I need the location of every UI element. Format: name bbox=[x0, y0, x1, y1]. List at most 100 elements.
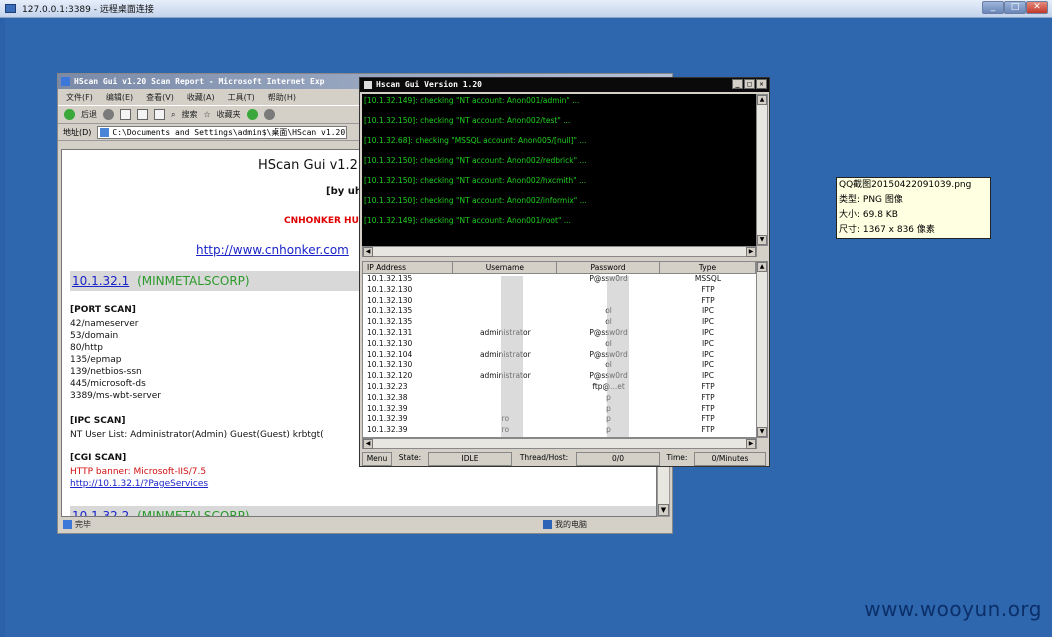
scroll-left-arrow-icon[interactable]: ◀ bbox=[363, 247, 373, 257]
menu-tools[interactable]: 工具(T) bbox=[228, 92, 255, 103]
cgi-banner: HTTP banner: Microsoft-IIS/7.5 bbox=[70, 467, 207, 477]
column-username[interactable]: Username bbox=[453, 262, 558, 273]
scroll-right-arrow-icon[interactable]: ▶ bbox=[746, 247, 756, 257]
port-item: 445/microsoft-ds bbox=[70, 379, 146, 389]
column-ip-address[interactable]: IP Address bbox=[363, 262, 454, 273]
table-row[interactable]: 10.1.32.130olIPC bbox=[363, 360, 756, 371]
close-button[interactable]: ✕ bbox=[1026, 1, 1048, 14]
scroll-down-arrow-icon[interactable]: ▼ bbox=[757, 427, 767, 437]
log-line: [10.1.32.150]: checking "NT account: Ano… bbox=[364, 156, 587, 165]
table-row[interactable]: 10.1.32.39ropFTP bbox=[363, 414, 756, 425]
back-label[interactable]: 后退 bbox=[81, 109, 97, 120]
thread-value: 0/0 bbox=[576, 452, 660, 466]
mail-icon[interactable] bbox=[263, 109, 275, 120]
report-title: HScan Gui v1.2 bbox=[258, 158, 358, 173]
forward-icon[interactable] bbox=[103, 109, 114, 120]
scroll-up-arrow-icon[interactable]: ▲ bbox=[757, 262, 767, 272]
table-row[interactable]: 10.1.32.23ftp@...etFTP bbox=[363, 382, 756, 393]
time-value: 0/Minutes bbox=[694, 452, 766, 466]
table-row[interactable]: 10.1.32.131administratorP@ssw0rdIPC bbox=[363, 328, 756, 339]
cgi-link[interactable]: http://10.1.32.1/?PageServices bbox=[70, 478, 208, 490]
table-vertical-scrollbar[interactable]: ▲ ▼ bbox=[756, 261, 768, 438]
table-row[interactable]: 10.1.32.38pFTP bbox=[363, 393, 756, 404]
hscan-close-button[interactable]: ✕ bbox=[756, 79, 767, 89]
table-row[interactable]: 10.1.32.39ropFTP bbox=[363, 425, 756, 436]
menu-view[interactable]: 查看(V) bbox=[146, 92, 174, 103]
maximize-button[interactable]: □ bbox=[1004, 1, 1026, 14]
column-password[interactable]: Password bbox=[557, 262, 660, 273]
ie-icon bbox=[61, 77, 70, 86]
log-line: [10.1.32.68]: checking "MSSQL account: A… bbox=[364, 136, 587, 145]
table-cell: IPC bbox=[701, 317, 714, 327]
table-row[interactable]: 10.1.32.135P@ssw0rdMSSQL bbox=[363, 274, 756, 285]
minimize-button[interactable]: _ bbox=[982, 1, 1004, 14]
table-cell: IPC bbox=[701, 338, 714, 348]
table-cell: FTP bbox=[701, 295, 715, 305]
cgi-scan-heading: [CGI SCAN] bbox=[70, 453, 127, 463]
hscan-window: Hscan Gui Version 1.20 _ □ ✕ [10.1.32.14… bbox=[359, 77, 770, 467]
favorites-label[interactable]: 收藏夹 bbox=[217, 109, 241, 120]
hscan-maximize-button[interactable]: □ bbox=[744, 79, 755, 89]
scroll-right-arrow-icon[interactable]: ▶ bbox=[746, 439, 756, 449]
host-ip-link[interactable]: 10.1.32.2 bbox=[72, 509, 129, 516]
column-type[interactable]: Type bbox=[660, 262, 756, 273]
table-cell: 10.1.32.130 bbox=[367, 284, 413, 294]
refresh-icon[interactable] bbox=[137, 109, 148, 120]
redaction-mask bbox=[501, 276, 523, 437]
scroll-left-arrow-icon[interactable]: ◀ bbox=[363, 439, 373, 449]
menu-favorites[interactable]: 收藏(A) bbox=[187, 92, 215, 103]
hscan-minimize-button[interactable]: _ bbox=[732, 79, 743, 89]
ie-title: HScan Gui v1.20 Scan Report - Microsoft … bbox=[74, 77, 325, 86]
table-cell: 10.1.32.130 bbox=[367, 295, 413, 305]
menu-edit[interactable]: 编辑(E) bbox=[106, 92, 133, 103]
table-horizontal-scrollbar[interactable]: ◀ ▶ bbox=[362, 438, 757, 449]
tooltip-type: 类型: PNG 图像 bbox=[839, 195, 903, 205]
results-table-header: IP Address Username Password Type bbox=[363, 262, 756, 274]
ie-status-bar: 完毕 我的电脑 bbox=[61, 517, 671, 531]
search-label[interactable]: 搜索 bbox=[181, 109, 197, 120]
back-icon[interactable] bbox=[64, 109, 75, 120]
table-cell: 10.1.32.135 bbox=[367, 306, 413, 316]
status-done: 完毕 bbox=[61, 519, 541, 530]
stop-icon[interactable] bbox=[120, 109, 131, 120]
address-input[interactable]: C:\Documents and Settings\admin$\桌面\HSca… bbox=[97, 125, 348, 139]
menu-help[interactable]: 帮助(H) bbox=[268, 92, 296, 103]
table-cell: 10.1.32.23 bbox=[367, 381, 408, 391]
log-horizontal-scrollbar[interactable]: ◀ ▶ bbox=[362, 246, 757, 257]
scroll-up-arrow-icon[interactable]: ▲ bbox=[757, 95, 767, 105]
table-cell: 10.1.32.38 bbox=[367, 392, 408, 402]
table-row[interactable]: 10.1.32.130 FTP bbox=[363, 296, 756, 307]
hscan-title-bar: Hscan Gui Version 1.20 _ □ ✕ bbox=[360, 78, 769, 92]
log-line: [10.1.32.150]: checking "NT account: Ano… bbox=[364, 176, 587, 185]
table-row[interactable]: 10.1.32.104administratorP@ssw0rdIPC bbox=[363, 350, 756, 361]
table-row[interactable]: 10.1.32.135olIPC bbox=[363, 317, 756, 328]
scroll-down-arrow-icon[interactable]: ▼ bbox=[658, 504, 669, 516]
home-icon[interactable] bbox=[154, 109, 165, 120]
host-ip-link[interactable]: 10.1.32.1 bbox=[72, 274, 129, 288]
address-label: 地址(D) bbox=[63, 127, 92, 137]
file-tooltip: QQ截图20150422091039.png 类型: PNG 图像 大小: 69… bbox=[836, 177, 991, 239]
report-url-link[interactable]: http://www.cnhonker.com bbox=[196, 243, 349, 257]
port-item: 53/domain bbox=[70, 331, 119, 341]
port-item: 3389/ms-wbt-server bbox=[70, 391, 161, 401]
table-row[interactable]: 10.1.32.130olIPC bbox=[363, 339, 756, 350]
menu-button[interactable]: Menu bbox=[362, 452, 392, 466]
scroll-down-arrow-icon[interactable]: ▼ bbox=[757, 235, 767, 245]
favorites-icon[interactable]: ☆ bbox=[203, 110, 210, 119]
menu-file[interactable]: 文件(F) bbox=[66, 92, 93, 103]
results-table: IP Address Username Password Type 10.1.3… bbox=[362, 261, 757, 438]
media-icon[interactable] bbox=[246, 109, 258, 120]
log-line: [10.1.32.149]: checking "NT account: Ano… bbox=[364, 96, 580, 105]
table-row[interactable]: 10.1.32.135olIPC bbox=[363, 306, 756, 317]
log-vertical-scrollbar[interactable]: ▲ ▼ bbox=[756, 94, 768, 246]
table-row[interactable]: 10.1.32.39pFTP bbox=[363, 404, 756, 415]
table-cell: FTP bbox=[701, 425, 715, 435]
port-item: 139/netbios-ssn bbox=[70, 367, 142, 377]
thread-label: Thread/Host: bbox=[519, 453, 569, 462]
table-row[interactable]: 10.1.32.130 FTP bbox=[363, 285, 756, 296]
table-row[interactable]: 10.1.32.120administratorP@ssw0rdIPC bbox=[363, 371, 756, 382]
report-author: [by uh bbox=[326, 186, 362, 197]
ipc-user-list: NT User List: Administrator(Admin) Guest… bbox=[70, 430, 324, 440]
status-zone: 我的电脑 bbox=[541, 519, 587, 530]
search-icon[interactable]: ⌕ bbox=[171, 110, 175, 120]
